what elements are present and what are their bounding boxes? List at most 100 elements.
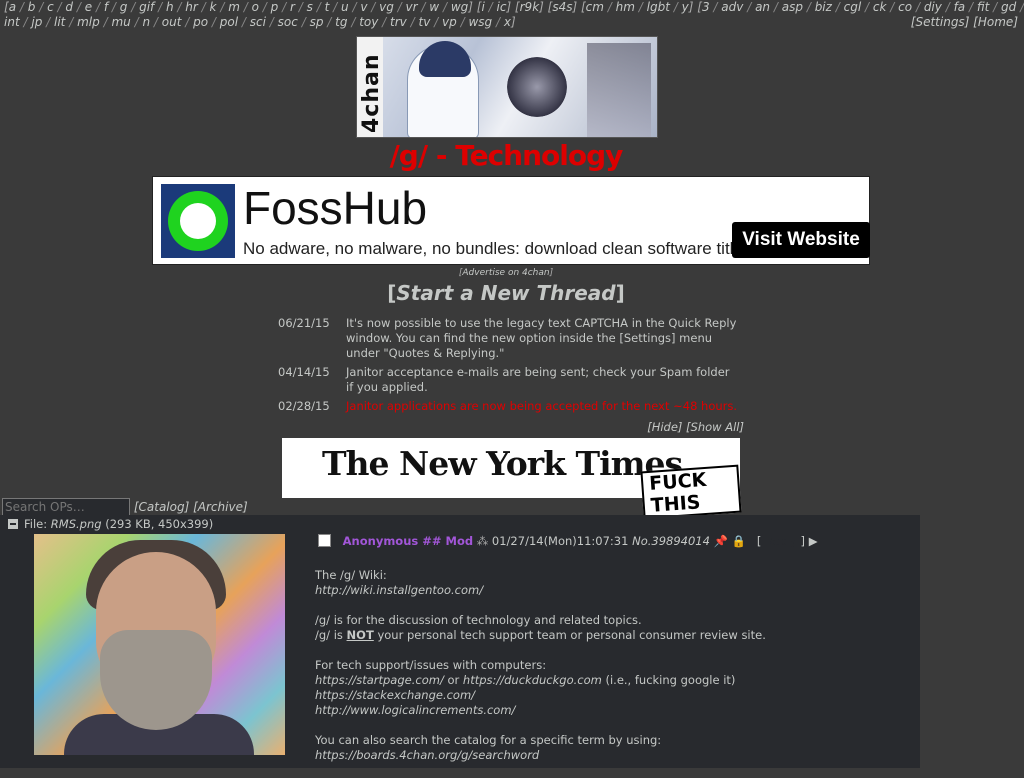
news-date: 04/14/15 [278, 365, 330, 379]
duckduckgo-url[interactable]: https://duckduckgo.com [463, 673, 602, 687]
hide-news-link[interactable]: Hide [652, 420, 678, 434]
board-link[interactable]: c [47, 0, 54, 14]
board-link[interactable]: a [9, 0, 16, 14]
board-link[interactable]: s [307, 0, 313, 14]
board-link[interactable]: mu [111, 15, 130, 29]
board-link[interactable]: x [504, 15, 511, 29]
archive-link[interactable]: Archive [198, 500, 243, 514]
post-message: The /g/ Wiki: http://wiki.installgentoo.… [315, 568, 895, 778]
logicalincrements-url[interactable]: http://www.logicalincrements.com/ [315, 703, 515, 717]
board-link[interactable]: hm [616, 0, 635, 14]
reply-link[interactable]: Reply [765, 534, 797, 548]
board-link[interactable]: biz [815, 0, 832, 14]
board-link[interactable]: i [481, 0, 484, 14]
board-link[interactable]: vr [406, 0, 418, 14]
board-link[interactable]: lgbt [647, 0, 670, 14]
board-link[interactable]: trv [390, 15, 407, 29]
show-all-news-link[interactable]: Show All [691, 420, 740, 434]
hide-thread-icon[interactable] [8, 519, 18, 529]
file-name-link[interactable]: RMS.png [51, 517, 102, 531]
board-link[interactable]: cm [586, 0, 604, 14]
board-link[interactable]: h [166, 0, 174, 14]
post-menu-arrow-icon[interactable]: ▶ [809, 534, 818, 548]
board-link[interactable]: m [228, 0, 240, 14]
catalog-search-url[interactable]: https://boards.4chan.org/g/searchword [315, 748, 539, 762]
board-link[interactable]: k [210, 0, 217, 14]
board-link[interactable]: sp [310, 15, 324, 29]
visit-website-button[interactable]: Visit Website [732, 222, 870, 258]
board-link[interactable]: n [142, 15, 150, 29]
board-link[interactable]: s4s [552, 0, 572, 14]
board-link[interactable]: lit [54, 15, 65, 29]
board-link[interactable]: fit [977, 0, 989, 14]
board-link[interactable]: mlp [77, 15, 100, 29]
board-link[interactable]: sci [250, 15, 266, 29]
home-link[interactable]: Home [978, 15, 1013, 29]
board-link[interactable]: gif [139, 0, 154, 14]
board-link[interactable]: diy [924, 0, 942, 14]
board-link[interactable]: w [429, 0, 439, 14]
board-link[interactable]: int [4, 15, 20, 29]
board-link[interactable]: cgl [844, 0, 862, 14]
news-text: Janitor acceptance e-mails are being sen… [346, 365, 730, 394]
board-link[interactable]: wsg [468, 15, 492, 29]
board-link[interactable]: vg [379, 0, 394, 14]
wiki-url[interactable]: http://wiki.installgentoo.com/ [315, 583, 483, 597]
board-link[interactable]: r [290, 0, 295, 14]
post-checkbox[interactable] [318, 534, 331, 547]
board-link[interactable]: b [28, 0, 36, 14]
settings-link[interactable]: Settings [915, 15, 964, 29]
board-nav: [a / b / c / d / e / f / g / gif / h / h… [0, 0, 1024, 30]
board-link[interactable]: g [120, 0, 128, 14]
post-number-link[interactable]: No.39894014 [632, 534, 710, 548]
board-link[interactable]: v [360, 0, 367, 14]
board-link[interactable]: y [682, 0, 689, 14]
advertise-link[interactable]: Advertise on 4chan [462, 268, 549, 278]
ad-tagline: No adware, no malware, no bundles: downl… [243, 239, 752, 258]
nyt-ad[interactable]: The New York Times FUCK THIS [282, 438, 742, 520]
banner-figure [507, 57, 567, 117]
board-link[interactable]: an [755, 0, 770, 14]
ddg-note: (i.e., fucking google it) [601, 673, 736, 687]
file-label: File: [24, 517, 48, 531]
board-link[interactable]: fa [954, 0, 966, 14]
catalog-link[interactable]: Catalog [139, 500, 185, 514]
board-link[interactable]: tg [335, 15, 347, 29]
board-link[interactable]: po [193, 15, 208, 29]
board-link[interactable]: ck [873, 0, 887, 14]
board-link[interactable]: u [341, 0, 349, 14]
board-link[interactable]: adv [721, 0, 743, 14]
op-image-thumbnail[interactable] [34, 534, 285, 755]
board-link[interactable]: co [898, 0, 912, 14]
board-link[interactable]: jp [31, 15, 42, 29]
board-link[interactable]: hr [185, 0, 198, 14]
search-ops-input[interactable] [2, 498, 130, 516]
startpage-url[interactable]: https://startpage.com/ [315, 673, 444, 687]
board-link[interactable]: e [85, 0, 92, 14]
board-link[interactable]: 3 [702, 0, 710, 14]
board-link[interactable]: gd [1001, 0, 1016, 14]
board-link[interactable]: soc [278, 15, 298, 29]
news-controls: [Hide] [Show All] [647, 420, 744, 434]
board-link[interactable]: p [271, 0, 279, 14]
board-link[interactable]: asp [782, 0, 803, 14]
board-link[interactable]: d [65, 0, 73, 14]
board-link[interactable]: r9k [520, 0, 540, 14]
board-link[interactable]: t [325, 0, 330, 14]
board-link[interactable]: o [252, 0, 259, 14]
board-link[interactable]: f [104, 0, 108, 14]
fosshub-ad[interactable]: FossHub No adware, no malware, no bundle… [152, 176, 870, 265]
support-label: For tech support/issues with computers: [315, 658, 547, 672]
start-thread-link[interactable]: Start a New Thread [396, 281, 615, 305]
board-link[interactable]: tv [419, 15, 431, 29]
poster-name: Anonymous ## Mod [342, 534, 474, 548]
stackexchange-url[interactable]: https://stackexchange.com/ [315, 688, 475, 702]
board-banner[interactable]: 4chan [356, 36, 658, 138]
board-link[interactable]: ic [497, 0, 507, 14]
board-link[interactable]: toy [359, 15, 378, 29]
board-link[interactable]: wg [451, 0, 468, 14]
board-link[interactable]: out [162, 15, 182, 29]
catalog-search-label: You can also search the catalog for a sp… [315, 733, 662, 747]
board-link[interactable]: vp [442, 15, 457, 29]
board-link[interactable]: pol [220, 15, 238, 29]
